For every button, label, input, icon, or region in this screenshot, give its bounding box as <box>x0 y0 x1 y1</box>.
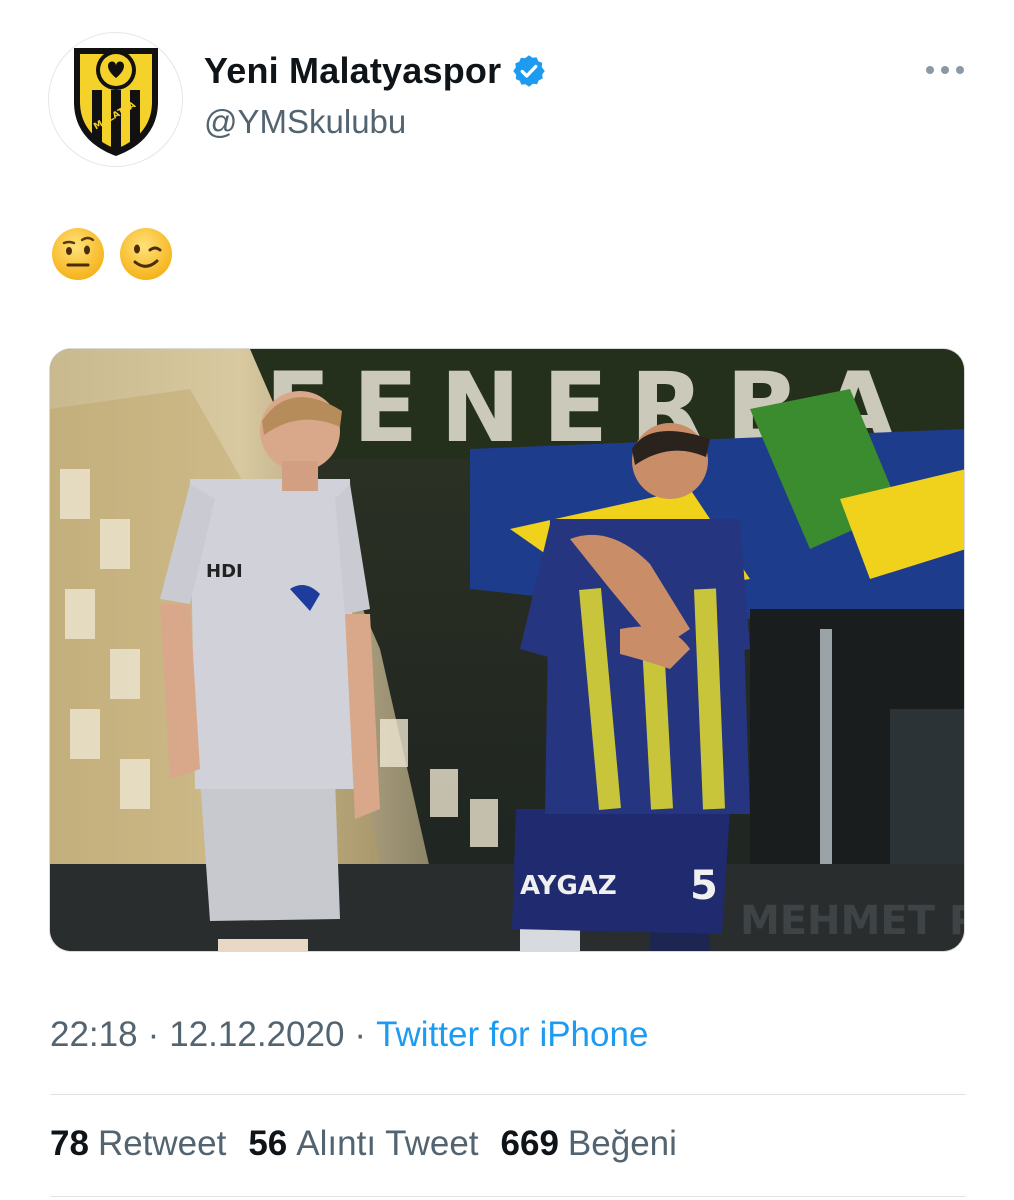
tweet-source-link[interactable]: Twitter for iPhone <box>376 1015 648 1055</box>
meta-separator: · <box>354 1015 367 1054</box>
club-logo: MALATYA <box>73 47 158 156</box>
tweet-date[interactable]: 12.12.2020 <box>169 1015 344 1055</box>
profile-avatar[interactable]: MALATYA <box>48 32 183 167</box>
retweets-count: 78 <box>50 1124 89 1163</box>
retweets-stat[interactable]: 78 Retweet <box>50 1124 226 1164</box>
winking-face-icon <box>120 228 172 280</box>
divider <box>50 1094 966 1095</box>
tweet-time[interactable]: 22:18 <box>50 1015 138 1055</box>
author-name-row[interactable]: Yeni Malatyaspor <box>204 50 547 92</box>
divider <box>50 1196 966 1197</box>
tweet-text <box>50 226 174 282</box>
jersey-number: 5 <box>690 863 718 909</box>
quotes-stat[interactable]: 56 Alıntı Tweet <box>248 1124 478 1164</box>
more-options-icon[interactable] <box>924 60 966 80</box>
tweet-stats: 78 Retweet 56 Alıntı Tweet 669 Beğeni <box>50 1124 677 1164</box>
raised-eyebrow-face-icon <box>52 228 104 280</box>
verified-badge-icon <box>513 55 546 87</box>
quotes-count: 56 <box>248 1124 288 1163</box>
likes-count: 669 <box>500 1124 559 1163</box>
author-handle[interactable]: @YMSkulubu <box>204 103 406 141</box>
meta-separator: · <box>147 1015 160 1054</box>
tweet-photo[interactable]: FENERBA MEHMET PAC <box>49 348 965 952</box>
left-sponsor-text: HDI <box>206 561 243 582</box>
retweets-label: Retweet <box>97 1124 227 1163</box>
board-text: MEHMET PAC <box>740 898 965 944</box>
display-name[interactable]: Yeni Malatyaspor <box>204 50 501 92</box>
football-players-photo: FENERBA MEHMET PAC <box>50 349 965 951</box>
right-sponsor-text: AYGAZ <box>520 871 617 901</box>
quotes-label: Alıntı Tweet <box>296 1124 479 1163</box>
tweet-meta: 22:18 · 12.12.2020 · Twitter for iPhone <box>50 1015 648 1055</box>
likes-label: Beğeni <box>567 1124 677 1163</box>
likes-stat[interactable]: 669 Beğeni <box>501 1124 677 1164</box>
